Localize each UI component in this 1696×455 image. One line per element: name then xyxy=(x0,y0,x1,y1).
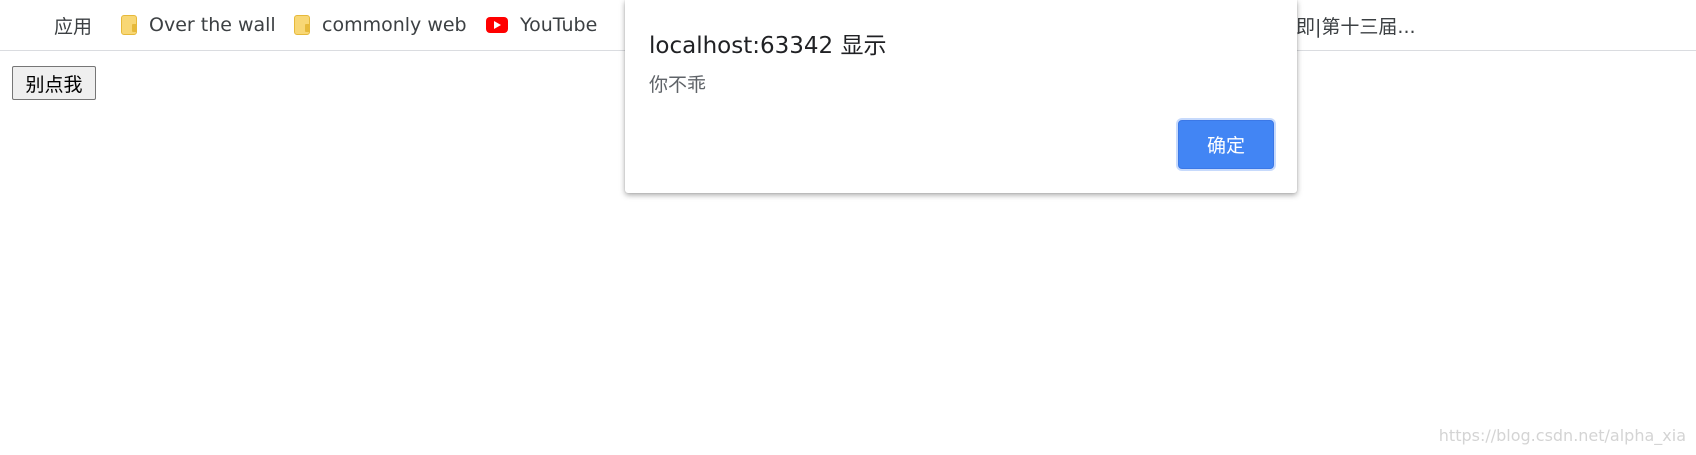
dont-click-button[interactable]: 别点我 xyxy=(12,66,96,100)
youtube-icon xyxy=(486,17,508,33)
bookmark-truncated[interactable]: 即|第十三届... xyxy=(1296,12,1416,38)
bookmark-label: commonly web xyxy=(322,14,467,36)
bookmark-youtube[interactable]: YouTube xyxy=(486,12,597,38)
bookmark-label: YouTube xyxy=(520,14,598,36)
bookmark-commonly-web[interactable]: commonly web xyxy=(294,12,467,38)
watermark: https://blog.csdn.net/alpha_xia xyxy=(1438,426,1686,445)
bookmark-apps[interactable]: 应用 xyxy=(22,12,92,38)
alert-title: localhost:63342 显示 xyxy=(649,33,887,59)
bookmark-label: 应用 xyxy=(54,15,93,38)
alert-dialog: localhost:63342 显示 你不乖 确定 xyxy=(625,0,1297,193)
alert-message: 你不乖 xyxy=(649,74,707,96)
bookmark-label: Over the wall xyxy=(149,14,276,36)
folder-icon xyxy=(121,15,137,35)
ok-button[interactable]: 确定 xyxy=(1178,120,1274,169)
folder-icon xyxy=(294,15,310,35)
apps-grid-icon xyxy=(22,15,42,35)
bookmark-over-the-wall[interactable]: Over the wall xyxy=(121,12,276,38)
bookmark-label: 即|第十三届... xyxy=(1296,15,1416,38)
